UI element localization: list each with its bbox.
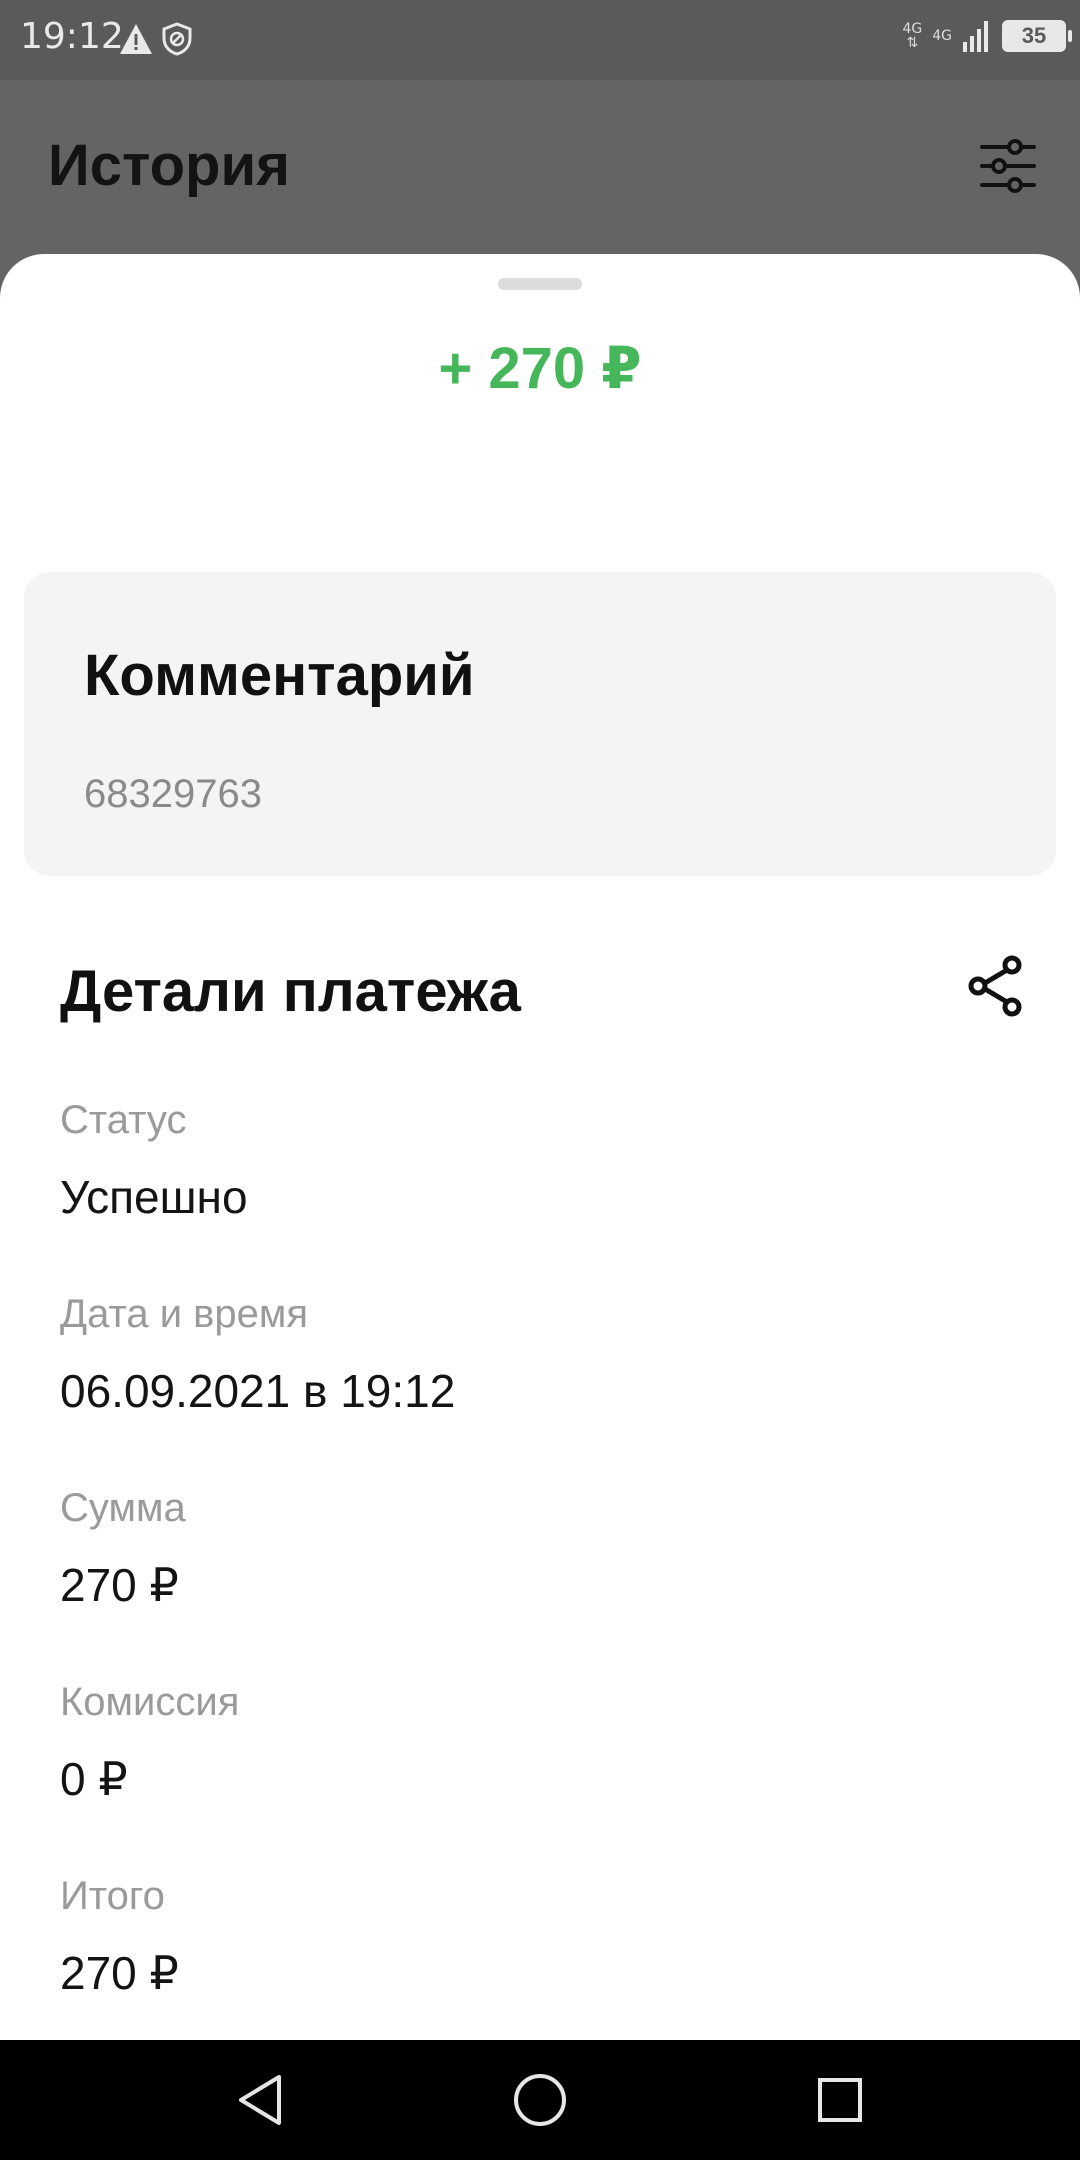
detail-label-datetime: Дата и время — [60, 1292, 309, 1336]
comment-title: Комментарий — [84, 643, 475, 708]
detail-label-status: Статус — [60, 1098, 187, 1142]
detail-value-sum: 270 ₽ — [60, 1559, 179, 1611]
status-bar: 19:12 4G ⇅ 4G 35 — [0, 0, 1080, 80]
detail-value-datetime: 06.09.2021 в 19:12 — [60, 1365, 456, 1417]
back-icon — [239, 2075, 281, 2125]
network-label-1: 4G — [902, 21, 923, 37]
shield-icon — [162, 22, 192, 56]
system-navigation-bar — [0, 2040, 1080, 2160]
payment-amount: + 270 ₽ — [438, 336, 642, 401]
network-label-2: 4G — [932, 28, 952, 44]
detail-label-total: Итого — [60, 1874, 165, 1918]
filter-sliders-icon — [980, 139, 1036, 193]
detail-value-status: Успешно — [60, 1171, 248, 1223]
share-button[interactable] — [962, 952, 1030, 1020]
recents-button[interactable] — [810, 2070, 870, 2130]
battery-level: 35 — [1021, 23, 1047, 48]
details-title: Детали платежа — [60, 959, 521, 1024]
detail-label-sum: Сумма — [60, 1486, 186, 1530]
home-icon — [514, 2074, 566, 2126]
warning-icon — [120, 24, 152, 54]
sheet-drag-handle[interactable] — [498, 278, 582, 290]
network-indicator-2: 4G — [932, 29, 952, 43]
status-left-icons — [118, 22, 192, 56]
page-title: История — [48, 133, 290, 198]
detail-label-commission: Комиссия — [60, 1680, 240, 1724]
detail-value-total: 270 ₽ — [60, 1947, 179, 1999]
status-time: 19:12 — [20, 16, 124, 57]
comment-text: 68329763 — [84, 772, 262, 816]
network-indicator-1: 4G ⇅ — [902, 22, 922, 50]
filter-button[interactable] — [976, 134, 1040, 198]
data-arrows-icon: ⇅ — [906, 35, 919, 51]
comment-card: Комментарий 68329763 — [24, 572, 1056, 876]
share-icon — [968, 955, 1022, 1017]
back-button[interactable] — [230, 2070, 290, 2130]
signal-icon — [963, 21, 988, 52]
app-bar: История — [0, 80, 1080, 250]
payment-details-sheet: + 270 ₽ Комментарий 68329763 Детали плат… — [0, 254, 1080, 2040]
home-button[interactable] — [510, 2070, 570, 2130]
status-right: 4G ⇅ 4G 35 — [902, 20, 1072, 52]
battery-icon: 35 — [1002, 20, 1072, 52]
screen: 19:12 4G ⇅ 4G 35 История + 270 ₽ Коммент… — [0, 0, 1080, 2160]
recents-icon — [818, 2078, 862, 2122]
detail-value-commission: 0 ₽ — [60, 1753, 128, 1805]
